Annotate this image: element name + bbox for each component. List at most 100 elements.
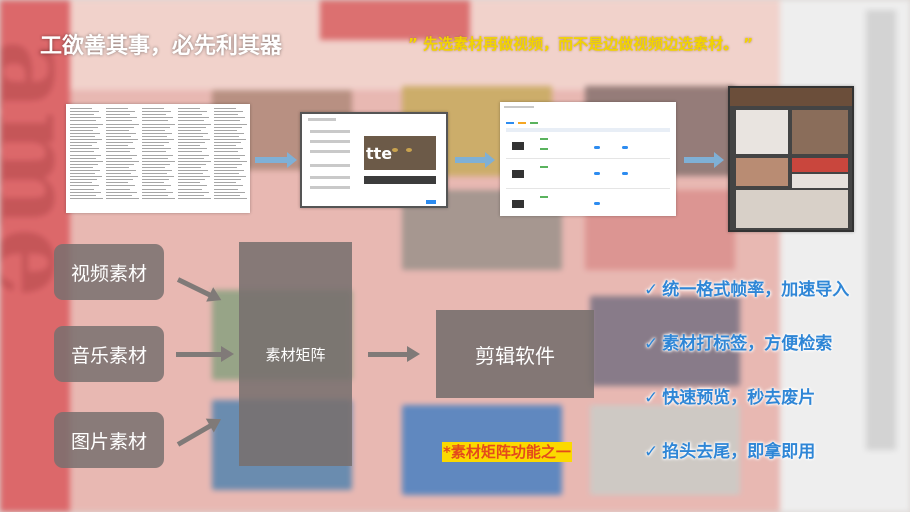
file-entry-line [178,194,204,196]
file-entry-line [142,154,173,156]
file-entry-line [178,163,206,165]
file-entry-line [214,182,236,184]
file-entry-line [178,151,202,153]
file-entry-line [70,120,96,122]
check-icon: ✓ [644,442,659,462]
file-entry-line [214,151,238,153]
file-entry-line [178,182,200,184]
flow-arrow-icon [455,152,495,168]
flow-arrow-icon [684,152,724,168]
file-entry-line [106,135,131,137]
confirm-button [426,200,436,204]
dialog-line [310,164,350,167]
file-entry-line [178,197,211,199]
arrow-icon [176,346,234,362]
file-entry-line [70,129,93,131]
file-entry-line [70,173,95,175]
file-entry-line [70,111,99,113]
file-entry-line [214,145,236,147]
file-list-column [106,106,142,199]
preview-text: tte [366,144,393,163]
file-entry-line [178,117,209,119]
file-entry-line [106,169,136,171]
import-dialog-screenshot: tte [300,112,448,208]
file-entry-line [214,163,242,165]
feature-text: 统一格式帧率，加速导入 [662,280,850,300]
file-entry-line [178,139,210,141]
file-entry-line [106,176,138,178]
file-entry-line [70,108,92,110]
file-entry-line [142,129,165,131]
dialog-line [308,118,336,121]
feature-item: ✓ 掐头去尾，即拿即用 [644,437,815,462]
file-entry-line [178,191,209,193]
label-tag [540,148,548,150]
file-entry-line [178,126,206,128]
file-entry-line [178,160,211,162]
file-entry-line [106,173,131,175]
image-material-box: 图片素材 [54,412,164,468]
file-entry-line [106,179,133,181]
file-entry-line [106,185,135,187]
toggle-icon [622,146,628,149]
file-entry-line [142,139,174,141]
feature-item: ✓ 统一格式帧率，加速导入 [644,275,849,300]
dialog-line [310,186,350,189]
file-entry-line [142,108,164,110]
file-entry-line [142,148,171,150]
file-entry-line [106,139,138,141]
file-entry-line [142,135,167,137]
file-entry-line [70,123,103,125]
eye-shape [406,148,412,152]
file-entry-line [106,157,132,159]
file-entry-line [178,176,210,178]
feature-text: 素材打标签，方便检索 [662,334,833,354]
file-entry-line [178,169,208,171]
file-list-column [214,106,250,199]
file-entry-line [70,188,94,190]
file-entry-line [142,166,165,168]
toggle-icon [622,172,628,175]
file-entry-line [214,191,245,193]
file-entry-line [106,188,130,190]
file-entry-line [178,129,201,131]
file-entry-line [142,151,166,153]
file-entry-line [214,173,239,175]
file-entry-line [106,126,134,128]
file-entry-line [178,179,205,181]
feature-text: 掐头去尾，即拿即用 [662,442,816,462]
file-entry-line [178,145,200,147]
file-entry-line [178,111,207,113]
file-entry-line [214,179,241,181]
photo [736,190,848,228]
file-entry-line [178,123,211,125]
file-entry-line [70,154,101,156]
music-material-box: 音乐素材 [54,326,164,382]
file-entry-line [142,179,169,181]
file-entry-line [106,108,128,110]
file-entry-line [70,197,103,199]
footnote: *素材矩阵功能之一 [442,442,572,462]
file-entry-line [214,154,245,156]
file-entry-line [142,132,172,134]
file-entry-line [106,129,129,131]
slide-title: 工欲善其事，必先利其器 [40,34,283,59]
file-entry-line [70,185,99,187]
file-entry-line [214,117,245,119]
file-entry-line [214,114,238,116]
file-entry-line [70,179,97,181]
photo [736,110,788,154]
file-entry-line [214,123,247,125]
file-entry-line [70,145,92,147]
check-icon: ✓ [644,334,659,354]
file-entry-line [70,148,99,150]
file-entry-line [106,142,133,144]
file-entry-line [214,188,238,190]
dialog-line [310,140,350,143]
file-entry-line [70,132,100,134]
file-entry-line [106,182,128,184]
file-entry-line [106,154,137,156]
photo-gallery-screenshot [728,86,854,232]
file-entry-line [70,117,101,119]
file-entry-line [106,151,130,153]
